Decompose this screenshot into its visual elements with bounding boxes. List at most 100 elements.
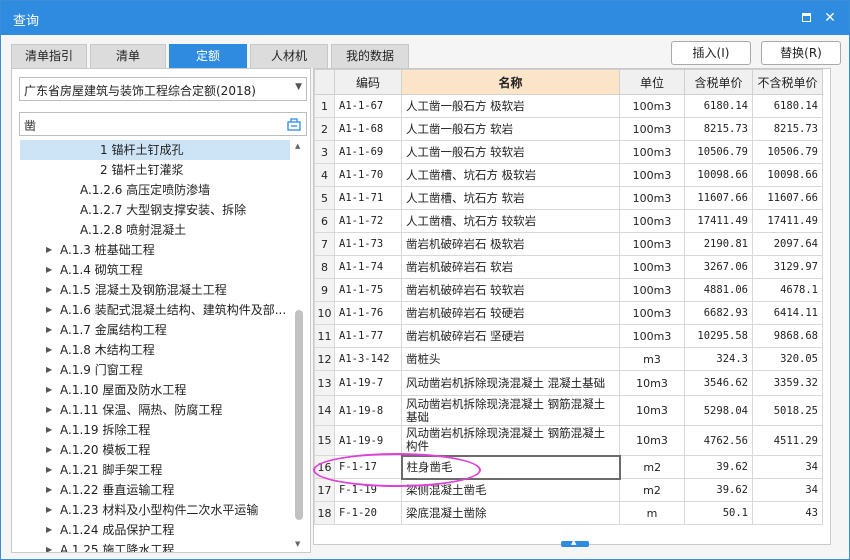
row-index[interactable]: 3 [314,140,335,164]
tree-item[interactable]: 1 锚杆土钉成孔 [20,140,290,160]
expand-arrow-icon[interactable]: ▶ [46,520,52,540]
tree-item[interactable]: ▶ A.1.7 金属结构工程 [20,320,290,340]
tree-item[interactable]: ▶ A.1.23 材料及小型构件二次水平运输 [20,500,290,520]
expand-arrow-icon[interactable]: ▶ [46,280,52,300]
unit-cell[interactable]: 100m3 [619,117,685,141]
tax-price-cell[interactable]: 6682.93 [684,301,753,325]
tax-price-cell[interactable]: 2190.81 [684,232,753,256]
tree-item[interactable]: 2 锚杆土钉灌浆 [20,160,290,180]
table-row[interactable]: 8 A1-1-74 凿岩机破碎岩石 软岩 100m3 3267.06 3129.97 [314,255,823,279]
tree-item[interactable]: ▶ A.1.10 屋面及防水工程 [20,380,290,400]
tax-price-cell[interactable]: 17411.49 [684,209,753,233]
tax-price-cell[interactable]: 6180.14 [684,94,753,118]
row-index[interactable]: 13 [314,370,335,396]
expand-arrow-icon[interactable]: ▶ [46,500,52,520]
quota-code-cell[interactable]: A1-1-73 [334,232,402,256]
quota-name-cell[interactable]: 梁底混凝土凿除 [401,501,620,525]
quota-code-cell[interactable]: A1-1-76 [334,301,402,325]
tax-price-cell[interactable]: 3546.62 [684,370,753,396]
table-row[interactable]: 15 A1-19-9 风动凿岩机拆除现浇混凝土 钢筋混凝土构件 10m3 4762.56… [314,425,823,456]
unit-cell[interactable]: 100m3 [619,255,685,279]
quota-code-cell[interactable]: A1-1-67 [334,94,402,118]
quota-code-cell[interactable]: A1-19-9 [334,425,402,456]
table-row[interactable]: 10 A1-1-76 凿岩机破碎岩石 较硬岩 100m3 6682.93 6414.11 [314,301,823,325]
row-index[interactable]: 14 [314,395,335,426]
chevron-down-icon[interactable]: ▼ [295,82,302,92]
header-name[interactable]: 名称 [401,69,620,95]
notax-price-cell[interactable]: 34 [752,455,823,479]
notax-price-cell[interactable]: 4511.29 [752,425,823,456]
unit-cell[interactable]: 10m3 [619,395,685,426]
tree-item[interactable]: A.1.2.6 高压定喷防渗墙 [20,180,290,200]
row-index[interactable]: 17 [314,478,335,502]
tree-item[interactable]: ▶ A.1.6 装配式混凝土结构、建筑构件及部... [20,300,290,320]
notax-price-cell[interactable]: 6414.11 [752,301,823,325]
notax-price-cell[interactable]: 5018.25 [752,395,823,426]
table-row[interactable]: 4 A1-1-70 人工凿槽、坑石方 极软岩 100m3 10098.66 10098.6… [314,163,823,187]
scroll-down-icon[interactable]: ▼ [295,540,300,548]
tax-price-cell[interactable]: 8215.73 [684,117,753,141]
row-index[interactable]: 6 [314,209,335,233]
tree-item[interactable]: A.1.2.8 喷射混凝土 [20,220,290,240]
quota-name-cell[interactable]: 风动凿岩机拆除现浇混凝土 钢筋混凝土基础 [401,395,620,426]
notax-price-cell[interactable]: 17411.49 [752,209,823,233]
quota-code-cell[interactable]: A1-1-68 [334,117,402,141]
unit-cell[interactable]: 100m3 [619,163,685,187]
expand-arrow-icon[interactable]: ▶ [46,440,52,460]
header-unit[interactable]: 单位 [619,69,685,95]
unit-cell[interactable]: 100m3 [619,324,685,348]
unit-cell[interactable]: 100m3 [619,186,685,210]
notax-price-cell[interactable]: 8215.73 [752,117,823,141]
notax-price-cell[interactable]: 6180.14 [752,94,823,118]
tax-price-cell[interactable]: 5298.04 [684,395,753,426]
quota-name-cell[interactable]: 人工凿一般石方 较软岩 [401,140,620,164]
tax-price-cell[interactable]: 4762.56 [684,425,753,456]
notax-price-cell[interactable]: 3129.97 [752,255,823,279]
unit-cell[interactable]: 100m3 [619,209,685,233]
quota-code-cell[interactable]: A1-1-74 [334,255,402,279]
quota-name-cell[interactable]: 风动凿岩机拆除现浇混凝土 钢筋混凝土构件 [401,425,620,456]
quota-name-cell[interactable]: 凿岩机破碎岩石 软岩 [401,255,620,279]
tab-list-guide[interactable]: 清单指引 [11,44,87,68]
unit-cell[interactable]: 100m3 [619,301,685,325]
notax-price-cell[interactable]: 320.05 [752,347,823,371]
scroll-up-icon[interactable]: ▲ [295,142,300,150]
notax-price-cell[interactable]: 2097.64 [752,232,823,256]
expand-arrow-icon[interactable]: ▶ [46,420,52,440]
tax-price-cell[interactable]: 50.1 [684,501,753,525]
quota-code-cell[interactable]: A1-19-8 [334,395,402,426]
quota-name-cell[interactable]: 凿桩头 [401,347,620,371]
row-index[interactable]: 4 [314,163,335,187]
quota-code-cell[interactable]: A1-3-142 [334,347,402,371]
expand-arrow-icon[interactable]: ▶ [46,340,52,360]
tax-price-cell[interactable]: 11607.66 [684,186,753,210]
header-code[interactable]: 编码 [334,69,402,95]
unit-cell[interactable]: m2 [619,455,685,479]
grid-resize-handle[interactable]: ▲ [561,538,589,547]
quota-name-cell[interactable]: 人工凿一般石方 软岩 [401,117,620,141]
quota-name-cell[interactable]: 人工凿槽、坑石方 极软岩 [401,163,620,187]
expand-arrow-icon[interactable]: ▶ [46,240,52,260]
unit-cell[interactable]: m [619,501,685,525]
quota-code-cell[interactable]: F-1-17 [334,455,402,479]
tree-item[interactable]: ▶ A.1.21 脚手架工程 [20,460,290,480]
quota-code-cell[interactable]: A1-1-72 [334,209,402,233]
tree-item[interactable]: ▶ A.1.20 模板工程 [20,440,290,460]
quota-name-cell[interactable]: 柱身凿毛 [400,454,621,480]
row-index[interactable]: 1 [314,94,335,118]
quota-code-cell[interactable]: A1-1-69 [334,140,402,164]
unit-cell[interactable]: 10m3 [619,370,685,396]
unit-cell[interactable]: 100m3 [619,140,685,164]
notax-price-cell[interactable]: 10098.66 [752,163,823,187]
tax-price-cell[interactable]: 39.62 [684,455,753,479]
quota-code-cell[interactable]: A1-1-77 [334,324,402,348]
tree-item[interactable]: ▶ A.1.19 拆除工程 [20,420,290,440]
table-row[interactable]: 14 A1-19-8 风动凿岩机拆除现浇混凝土 钢筋混凝土基础 10m3 5298.04… [314,395,823,426]
tree-item[interactable]: A.1.2.7 大型钢支撑安装、拆除 [20,200,290,220]
table-row[interactable]: 17 F-1-19 梁侧混凝土凿毛 m2 39.62 34 [314,478,823,502]
table-row[interactable]: 16 F-1-17 柱身凿毛 m2 39.62 34 [314,454,823,480]
row-index[interactable]: 15 [314,425,335,456]
quota-name-cell[interactable]: 人工凿槽、坑石方 较软岩 [401,209,620,233]
tree-item[interactable]: ▶ A.1.25 施工降水工程 [20,540,290,552]
tab-quota[interactable]: 定额 [169,44,247,68]
